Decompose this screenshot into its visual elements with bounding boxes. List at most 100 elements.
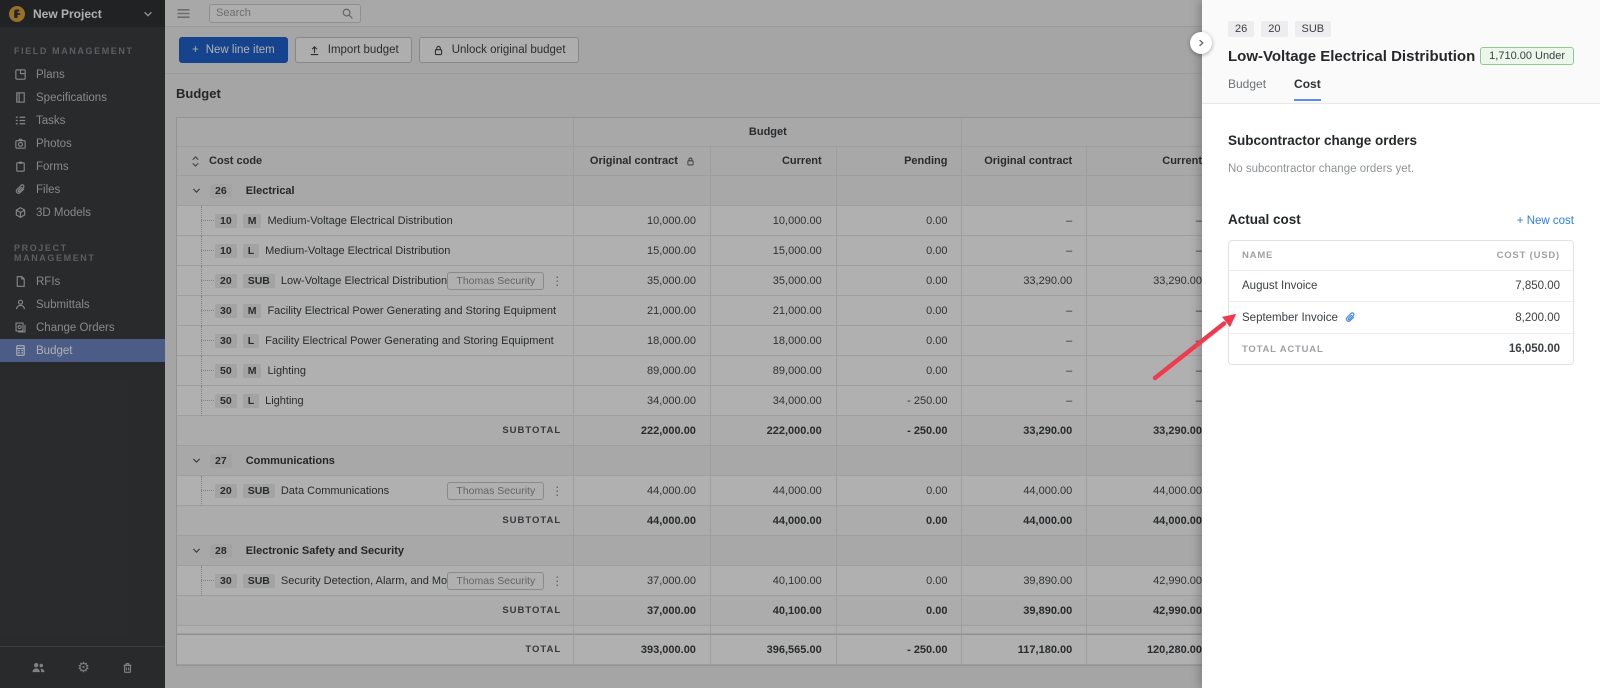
total-label: TOTAL — [525, 644, 561, 655]
table-row[interactable]: 20 SUB Data Communications Thomas Securi… — [177, 476, 1202, 506]
cost-entry-value: 7,850.00 — [1515, 280, 1560, 292]
budget-current-value: 89,000.00 — [710, 356, 836, 385]
cost-original-value: – — [961, 296, 1086, 325]
budget-pending-value: 0.00 — [836, 476, 962, 505]
hamburger-menu-icon[interactable] — [176, 7, 191, 20]
new-line-item-button[interactable]: + New line item — [179, 37, 288, 63]
chevron-down-icon[interactable] — [142, 8, 154, 20]
cost-original-value: 44,000.00 — [961, 476, 1086, 505]
chevron-down-icon[interactable] — [191, 455, 202, 466]
budget-current-value: 34,000.00 — [710, 386, 836, 415]
table-row[interactable]: 50 M Lighting 89,000.00 89,000.00 0.00 –… — [177, 356, 1202, 386]
table-row-selected[interactable]: 20 SUB Low-Voltage Electrical Distributi… — [177, 266, 1202, 296]
sidebar-item-specifications[interactable]: Specifications — [0, 86, 165, 109]
actual-cost-row[interactable]: August Invoice 7,850.00 — [1229, 270, 1573, 301]
sidebar-item-submittals[interactable]: Submittals — [0, 293, 165, 316]
cost-current-value: – — [1086, 326, 1202, 355]
detail-panel-header: 26 20 SUB Low-Voltage Electrical Distrib… — [1202, 0, 1600, 104]
tree-connector — [191, 266, 215, 296]
division-code-badge: 27 — [210, 454, 232, 468]
project-name: New Project — [33, 7, 142, 21]
cost-code-name: Lighting — [265, 395, 304, 407]
sidebar-item-rfis[interactable]: RFIs — [0, 270, 165, 293]
subtotal-label: SUBTOTAL — [502, 425, 561, 436]
cost-type-badge: L — [243, 394, 259, 408]
person-icon — [14, 298, 27, 311]
sidebar-item-tasks[interactable]: Tasks — [0, 109, 165, 132]
sidebar-item-plans[interactable]: Plans — [0, 63, 165, 86]
table-row[interactable]: 30 L Facility Electrical Power Generatin… — [177, 326, 1202, 356]
gear-icon[interactable]: ⚙ — [77, 659, 90, 676]
tree-connector — [191, 296, 215, 326]
kebab-menu-icon[interactable]: ⋮ — [551, 484, 563, 498]
col-header-budget-pending: Pending — [836, 147, 962, 175]
cost-original-value: – — [961, 356, 1086, 385]
actual-cost-row[interactable]: September Invoice 8,200.00 — [1229, 301, 1573, 333]
col-header-budget-current: Current — [710, 147, 836, 175]
budget-pending-value: 0.00 — [836, 296, 962, 325]
sidebar-item-forms[interactable]: Forms — [0, 155, 165, 178]
change-orders-heading: Subcontractor change orders — [1228, 133, 1574, 148]
project-selector[interactable]: New Project — [0, 0, 165, 27]
section-row-electrical[interactable]: 26 Electrical — [177, 176, 1202, 206]
chevron-down-icon[interactable] — [191, 185, 202, 196]
table-row[interactable]: 10 M Medium-Voltage Electrical Distribut… — [177, 206, 1202, 236]
unlock-original-budget-button[interactable]: Unlock original budget — [419, 37, 579, 63]
search-input[interactable] — [216, 7, 341, 19]
users-icon[interactable] — [31, 661, 46, 674]
budget-pending-value: 0.00 — [836, 266, 962, 295]
chevron-down-icon[interactable] — [191, 545, 202, 556]
sort-icon[interactable] — [190, 155, 201, 168]
subtotal-row: SUBTOTAL 222,000.00 222,000.00 - 250.00 … — [177, 416, 1202, 446]
sidebar-item-3d-models[interactable]: 3D Models — [0, 201, 165, 224]
sidebar-item-change-orders[interactable]: Change Orders — [0, 316, 165, 339]
table-row[interactable]: 30 M Facility Electrical Power Generatin… — [177, 296, 1202, 326]
chevron-right-icon — [1196, 38, 1206, 48]
search-box[interactable] — [209, 4, 361, 23]
change-orders-icon — [14, 321, 27, 334]
import-budget-button[interactable]: Import budget — [295, 37, 412, 63]
cost-type-badge: SUB — [243, 274, 275, 288]
cost-original-value: 39,890.00 — [961, 566, 1086, 595]
subtotal-label: SUBTOTAL — [502, 605, 561, 616]
budget-current-value: 44,000.00 — [710, 476, 836, 505]
table-row[interactable]: 50 L Lighting 34,000.00 34,000.00 - 250.… — [177, 386, 1202, 416]
tab-budget[interactable]: Budget — [1228, 77, 1266, 101]
plus-icon: + — [192, 44, 199, 56]
actual-cost-table: NAME COST (USD) August Invoice 7,850.00 … — [1228, 240, 1574, 365]
budget-pending-value: 0.00 — [836, 326, 962, 355]
collapse-panel-button[interactable] — [1190, 32, 1212, 54]
budget-current-value: 21,000.00 — [710, 296, 836, 325]
attachment-paperclip-icon[interactable] — [1344, 311, 1357, 324]
table-row[interactable]: 30 SUB Security Detection, Alarm, and Mo… — [177, 566, 1202, 596]
section-row-communications[interactable]: 27 Communications — [177, 446, 1202, 476]
actual-cost-header-row: NAME COST (USD) — [1229, 241, 1573, 270]
type-badge: SUB — [1295, 21, 1332, 37]
tree-connector — [191, 326, 215, 356]
table-header-row: Cost code Original contract Current Pend… — [177, 147, 1202, 176]
sidebar-item-photos[interactable]: Photos — [0, 132, 165, 155]
budget-original-value: 37,000.00 — [573, 566, 710, 595]
lock-icon — [685, 156, 696, 167]
col-header-name: NAME — [1242, 250, 1273, 261]
tab-cost[interactable]: Cost — [1294, 77, 1321, 101]
tree-connector — [191, 236, 215, 266]
new-cost-link[interactable]: + New cost — [1517, 215, 1574, 227]
cost-code-name: Facility Electrical Power Generating and… — [265, 335, 554, 347]
cost-current-value: – — [1086, 386, 1202, 415]
kebab-menu-icon[interactable]: ⋮ — [551, 574, 563, 588]
kebab-menu-icon[interactable]: ⋮ — [551, 274, 563, 288]
cube-icon — [14, 206, 27, 219]
cost-entry-name: September Invoice — [1242, 312, 1338, 324]
sidebar-item-files[interactable]: Files — [0, 178, 165, 201]
sidebar-footer: ⚙ — [0, 646, 165, 688]
trash-icon[interactable] — [121, 661, 134, 674]
cost-original-value: – — [961, 326, 1086, 355]
cost-current-value: 33,290.00 — [1086, 266, 1202, 295]
table-row[interactable]: 10 L Medium-Voltage Electrical Distribut… — [177, 236, 1202, 266]
total-row: TOTAL 393,000.00 396,565.00 - 250.00 117… — [177, 634, 1202, 665]
section-row-electronic-safety[interactable]: 28 Electronic Safety and Security — [177, 536, 1202, 566]
column-group-budget: Budget — [573, 118, 961, 146]
cost-entry-name: August Invoice — [1242, 280, 1317, 292]
sidebar-item-budget[interactable]: Budget — [0, 339, 165, 362]
